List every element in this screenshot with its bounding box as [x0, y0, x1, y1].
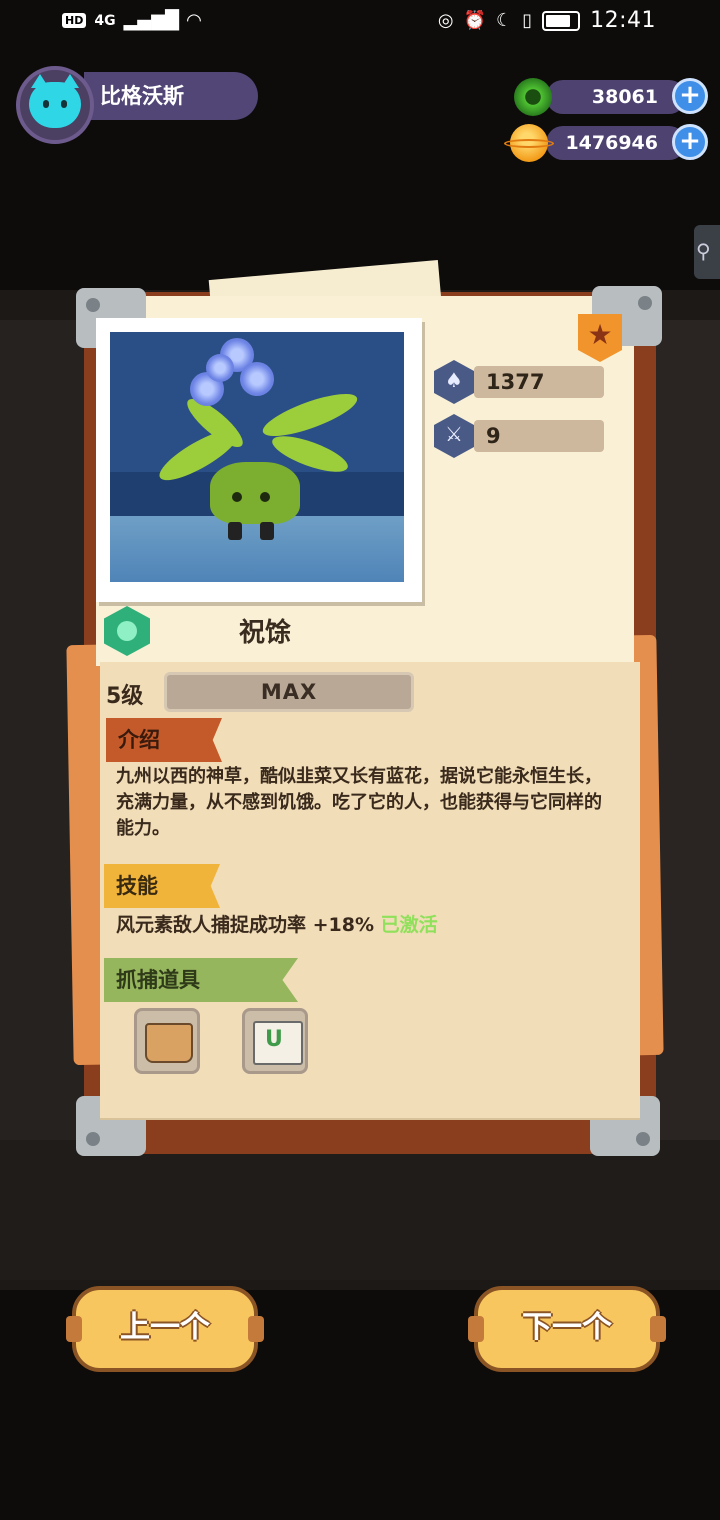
wifi-icon: ◠	[186, 10, 201, 31]
moon-icon: ☾	[496, 10, 513, 31]
capture-tool-bag[interactable]	[134, 1008, 200, 1074]
skill-line: 风元素敌人捕捉成功率 +18% 已激活	[116, 910, 438, 937]
planet-coin-icon	[504, 124, 554, 162]
next-label: 下一个	[522, 1310, 612, 1345]
creature-image	[110, 332, 404, 582]
level-label: 5级	[106, 684, 144, 709]
status-bar: HD 4G ▂▄▆█ ◠ ◎ ⏰ ☾ ▯ 12:41	[0, 0, 720, 46]
data-saver-icon: ◎	[437, 10, 454, 31]
add-gems-button[interactable]: +	[672, 78, 708, 114]
add-coins-button[interactable]: +	[672, 124, 708, 160]
clip-icon: ⚲	[696, 239, 711, 263]
next-button[interactable]: 下一个	[468, 1286, 666, 1372]
bag-icon	[145, 1023, 193, 1063]
gem-icon	[514, 78, 552, 116]
alarm-icon: ⏰	[463, 10, 487, 31]
player-name[interactable]: 比格沃斯	[84, 72, 258, 120]
skill-ribbon: 技能	[104, 864, 220, 908]
creature-photo	[96, 318, 422, 602]
hd-indicator: HD	[62, 13, 87, 28]
avatar[interactable]	[16, 66, 94, 144]
gem-counter: 38061	[546, 80, 686, 114]
attack-stat: 9	[474, 420, 604, 452]
tools-ribbon: 抓捕道具	[104, 958, 298, 1002]
vibrate-icon: ▯	[522, 10, 533, 31]
coin-counter: 1476946	[546, 126, 686, 160]
creature-name: 祝馀	[238, 618, 291, 648]
level-progress-bar: MAX	[164, 672, 414, 712]
intro-text: 九州以西的神草，酷似韭菜又长有蓝花，据说它能永恒生长，充满力量，从不感到饥饿。吃…	[116, 766, 602, 839]
capture-tool-magnet[interactable]	[242, 1008, 308, 1074]
side-tab[interactable]: ⚲	[694, 225, 720, 279]
status-right: ◎ ⏰ ☾ ▯ 12:41	[438, 8, 656, 33]
status-left: HD 4G ▂▄▆█ ◠	[62, 10, 201, 31]
intro-ribbon: 介绍	[106, 718, 222, 762]
skill-status: 已激活	[380, 914, 438, 936]
signal-icon: ▂▄▆█	[123, 10, 179, 31]
previous-label: 上一个	[120, 1310, 210, 1345]
cat-avatar-icon	[29, 74, 81, 128]
book-right-page	[650, 320, 720, 1200]
magnet-card-icon	[253, 1021, 303, 1065]
book-base	[0, 1140, 720, 1280]
clock: 12:41	[590, 8, 656, 33]
power-stat: 1377	[474, 366, 604, 398]
battery-icon	[542, 10, 581, 31]
skill-text: 风元素敌人捕捉成功率 +18%	[116, 914, 375, 936]
network-type: 4G	[94, 12, 116, 29]
previous-button[interactable]: 上一个	[66, 1286, 264, 1372]
